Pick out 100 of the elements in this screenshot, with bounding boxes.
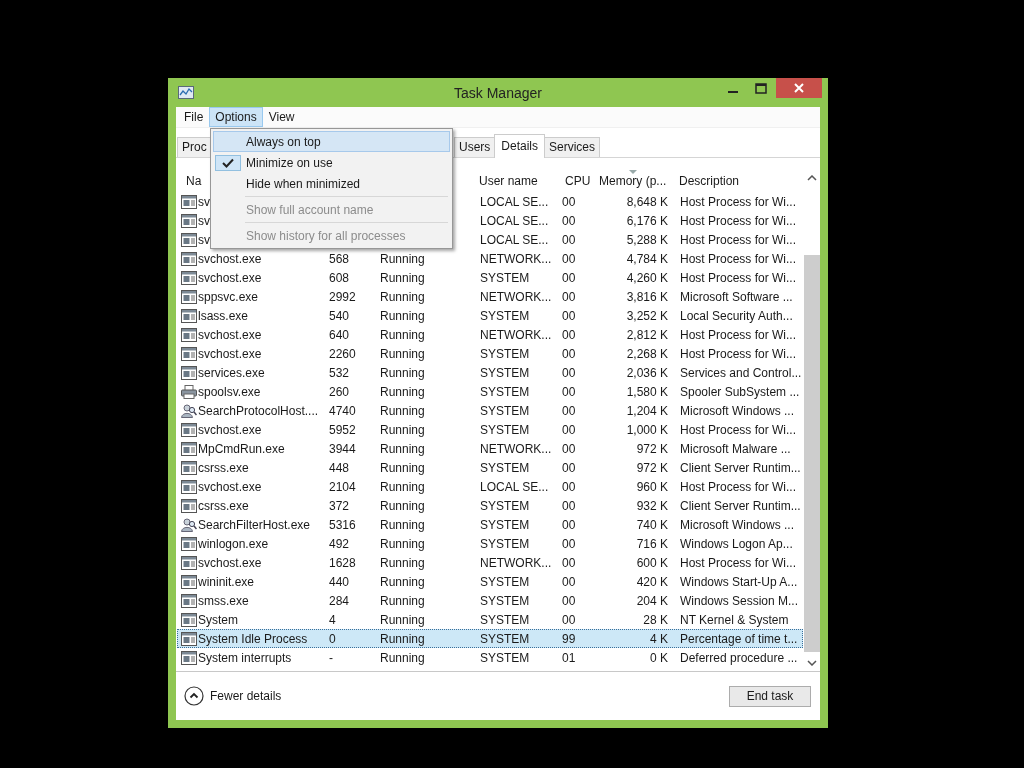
cpu-cell: 00: [562, 612, 576, 627]
app-window-icon: [181, 365, 197, 380]
user-cell: SYSTEM: [480, 308, 530, 323]
scroll-down-icon[interactable]: [806, 660, 817, 666]
app-window-icon: [181, 460, 197, 475]
process-name: sv: [198, 213, 210, 228]
app-window-icon: [181, 555, 197, 570]
description-cell: Host Process for Wi...: [680, 479, 797, 494]
user-cell: SYSTEM: [480, 574, 530, 589]
app-window-icon: [181, 270, 197, 285]
column-header[interactable]: User name: [473, 174, 553, 188]
status-cell: Running: [380, 593, 425, 608]
description-cell: Windows Start-Up A...: [680, 574, 798, 589]
app-window-icon: [181, 593, 197, 608]
status-cell: Running: [380, 631, 425, 646]
description-cell: Host Process for Wi...: [680, 327, 797, 342]
column-header[interactable]: Memory (p...: [593, 174, 673, 188]
user-cell: SYSTEM: [480, 593, 530, 608]
pid-cell: 440: [329, 574, 350, 589]
status-cell: Running: [380, 612, 425, 627]
menu-option[interactable]: Always on top: [213, 131, 450, 152]
end-task-button[interactable]: End task: [729, 685, 811, 707]
fewer-details-link[interactable]: Fewer details: [184, 686, 282, 706]
status-cell: Running: [380, 460, 425, 475]
selected-row[interactable]: System Idle Process 0 Running SYSTEM 99 4 K Percentage of time t...: [177, 629, 803, 648]
user-cell: SYSTEM: [480, 422, 530, 437]
pid-cell: 448: [329, 460, 350, 475]
description-cell: Services and Control...: [680, 365, 802, 380]
description-cell: Host Process for Wi...: [680, 213, 797, 228]
pid-cell: 608: [329, 270, 350, 285]
cpu-cell: 00: [562, 232, 576, 247]
menu-item[interactable]: View: [262, 107, 301, 127]
pid-cell: 260: [329, 384, 350, 399]
menu-option[interactable]: Hide when minimized: [213, 173, 450, 194]
person-search-icon: [181, 403, 197, 418]
user-cell: SYSTEM: [480, 270, 530, 285]
close-icon[interactable]: [776, 78, 822, 98]
app-window-icon: [181, 441, 197, 456]
column-header[interactable]: CPU: [553, 174, 593, 188]
user-cell: LOCAL SE...: [480, 479, 549, 494]
description-cell: Host Process for Wi...: [680, 270, 797, 285]
description-cell: NT Kernel & System: [680, 612, 789, 627]
cpu-cell: 00: [562, 327, 576, 342]
cpu-cell: 00: [562, 593, 576, 608]
user-cell: LOCAL SE...: [480, 213, 549, 228]
app-window-icon: [181, 574, 197, 589]
description-cell: Client Server Runtim...: [680, 460, 801, 475]
pid-cell: 372: [329, 498, 350, 513]
user-cell: NETWORK...: [480, 441, 552, 456]
cpu-cell: 00: [562, 308, 576, 323]
memory-cell: 4 K: [650, 631, 668, 646]
description-cell: Deferred procedure ...: [680, 650, 798, 665]
memory-cell: 932 K: [636, 498, 668, 513]
memory-cell: 8,648 K: [626, 194, 668, 209]
menu-item[interactable]: File: [178, 107, 210, 127]
app-window-icon: [181, 251, 197, 266]
tab[interactable]: Details: [494, 134, 546, 158]
menu-item[interactable]: Options: [209, 107, 263, 127]
user-cell: SYSTEM: [480, 403, 530, 418]
app-window-icon: [181, 308, 197, 323]
column-header[interactable]: Description: [673, 174, 801, 188]
description-cell: Microsoft Windows ...: [680, 403, 795, 418]
process-name: svchost.exe: [198, 422, 262, 437]
status-cell: Running: [380, 498, 425, 513]
tab[interactable]: Services: [544, 137, 601, 157]
cpu-cell: 00: [562, 403, 576, 418]
pid-cell: 284: [329, 593, 350, 608]
tab[interactable]: Users: [454, 137, 496, 157]
scroll-thumb[interactable]: [804, 255, 820, 652]
description-cell: Host Process for Wi...: [680, 422, 797, 437]
pid-cell: 5316: [329, 517, 356, 532]
user-cell: LOCAL SE...: [480, 232, 549, 247]
tab[interactable]: Proc: [177, 137, 211, 157]
app-window-icon: [181, 289, 197, 304]
memory-cell: 960 K: [636, 479, 668, 494]
process-name: svchost.exe: [198, 479, 262, 494]
pid-cell: 3944: [329, 441, 356, 456]
cpu-cell: 01: [562, 650, 576, 665]
memory-cell: 3,252 K: [626, 308, 668, 323]
user-cell: SYSTEM: [480, 650, 530, 665]
memory-cell: 2,268 K: [626, 346, 668, 361]
user-cell: SYSTEM: [480, 460, 530, 475]
user-cell: SYSTEM: [480, 612, 530, 627]
scroll-up-icon[interactable]: [806, 175, 817, 181]
memory-cell: 4,784 K: [626, 251, 668, 266]
process-name: spoolsv.exe: [198, 384, 261, 399]
menu-option[interactable]: Minimize on use: [213, 152, 450, 173]
process-name: sv: [198, 194, 210, 209]
cpu-cell: 99: [562, 631, 576, 646]
cpu-cell: 00: [562, 536, 576, 551]
user-cell: SYSTEM: [480, 498, 530, 513]
process-name: System: [198, 612, 238, 627]
status-cell: Running: [380, 650, 425, 665]
pid-cell: 4740: [329, 403, 356, 418]
status-cell: Running: [380, 289, 425, 304]
memory-cell: 420 K: [636, 574, 668, 589]
description-cell: Windows Session M...: [680, 593, 799, 608]
process-name: svchost.exe: [198, 270, 262, 285]
memory-cell: 6,176 K: [626, 213, 668, 228]
user-cell: SYSTEM: [480, 384, 530, 399]
